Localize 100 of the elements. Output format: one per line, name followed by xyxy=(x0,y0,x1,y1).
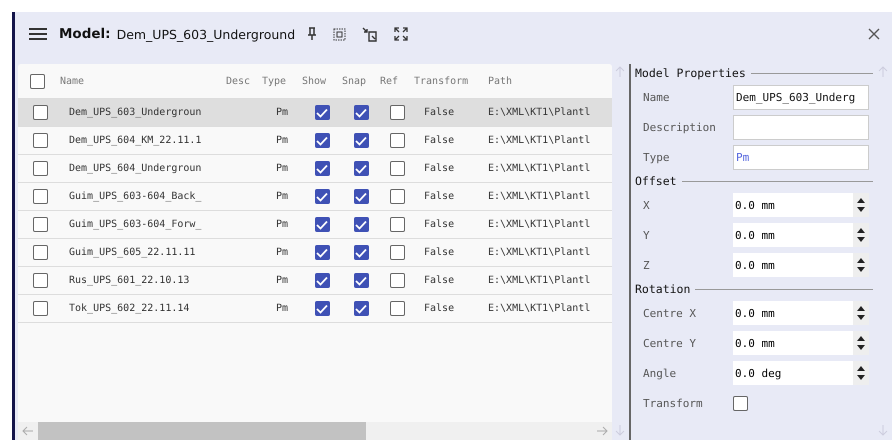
pin-icon[interactable] xyxy=(307,27,318,41)
column-header[interactable]: Path xyxy=(488,76,612,86)
row-checkbox[interactable] xyxy=(32,133,48,148)
transform-checkbox[interactable] xyxy=(733,396,748,410)
table-row[interactable]: Tok_UPS_602_22.11.14 Pm False E:\XML\KT1\Plantl xyxy=(18,294,612,322)
column-header[interactable]: Desc xyxy=(226,76,262,86)
table-row[interactable]: Rus_UPS_601_22.10.13 Pm False E:\XML\KT1\Plantl xyxy=(18,266,612,294)
column-header[interactable]: Name xyxy=(56,76,226,86)
text-field[interactable]: Pm xyxy=(733,144,869,170)
show-checkbox[interactable] xyxy=(314,105,330,120)
ref-checkbox[interactable] xyxy=(390,273,404,288)
transform-icon[interactable] xyxy=(362,26,378,42)
row-checkbox[interactable] xyxy=(32,161,48,176)
spinner-icon[interactable] xyxy=(853,253,869,277)
name-cell-text: Rus_UPS_601_22.10.13 xyxy=(68,275,190,286)
transform-cell-text: False xyxy=(423,135,456,146)
snap-checkbox[interactable] xyxy=(354,189,368,204)
field-label: Transform xyxy=(643,396,704,410)
close-icon[interactable] xyxy=(868,28,880,40)
ref-checkbox[interactable] xyxy=(390,105,404,120)
table-row[interactable]: Guim_UPS_603-604_Forw_ Pm False E:\XML\KT1\Plantl xyxy=(18,210,612,238)
path-cell-text: E:\XML\KT1\Plantl xyxy=(488,247,592,258)
show-checkbox[interactable] xyxy=(314,161,330,176)
table-row[interactable]: Guim_UPS_603-604_Back_ Pm False E:\XML\KT1\Plantl xyxy=(18,182,612,210)
transform-cell-text: False xyxy=(423,219,456,230)
transform-cell-text: False xyxy=(423,163,456,174)
type-cell-text: Pm xyxy=(274,219,290,230)
spin-field[interactable]: 0.0 mm xyxy=(733,301,853,325)
name-cell-text: Dem_UPS_604_Undergroun xyxy=(68,163,202,174)
type-cell-text: Pm xyxy=(274,275,290,286)
path-cell-text: E:\XML\KT1\Plantl xyxy=(488,163,592,174)
spin-field[interactable]: 0.0 deg xyxy=(733,361,853,385)
field-label: Y xyxy=(643,228,651,242)
show-checkbox[interactable] xyxy=(314,217,330,232)
show-checkbox[interactable] xyxy=(314,273,330,288)
table-row[interactable]: Guim_UPS_605_22.11.11 Pm False E:\XML\KT1\Plantl xyxy=(18,238,612,266)
snap-checkbox[interactable] xyxy=(354,245,368,260)
row-checkbox[interactable] xyxy=(32,273,48,288)
spinner-icon[interactable] xyxy=(853,223,869,247)
transform-cell-text: False xyxy=(423,303,456,314)
ref-checkbox[interactable] xyxy=(390,189,404,204)
ref-checkbox[interactable] xyxy=(390,161,404,176)
row-checkbox[interactable] xyxy=(32,189,48,204)
menu-icon[interactable] xyxy=(29,27,47,41)
type-cell-text: Pm xyxy=(274,107,290,118)
field-label: Z xyxy=(643,258,651,272)
name-cell-text: Guim_UPS_605_22.11.11 xyxy=(68,247,196,258)
spinner-icon[interactable] xyxy=(853,361,869,385)
select-all-checkbox[interactable] xyxy=(30,74,44,88)
ref-checkbox[interactable] xyxy=(390,217,404,232)
type-cell-text: Pm xyxy=(274,303,290,314)
show-checkbox[interactable] xyxy=(314,189,330,204)
path-cell-text: E:\XML\KT1\Plantl xyxy=(488,135,592,146)
spinner-icon[interactable] xyxy=(853,301,869,325)
field-label: Name xyxy=(643,90,670,104)
path-cell-text: E:\XML\KT1\Plantl xyxy=(488,275,592,286)
type-cell-text: Pm xyxy=(274,191,290,202)
snap-checkbox[interactable] xyxy=(354,273,368,288)
spin-field[interactable]: 0.0 mm xyxy=(733,193,853,217)
snap-checkbox[interactable] xyxy=(354,217,368,232)
expand-icon[interactable] xyxy=(394,27,408,41)
select-icon[interactable] xyxy=(333,28,346,40)
show-checkbox[interactable] xyxy=(314,245,330,260)
text-field[interactable] xyxy=(733,114,869,140)
table-row[interactable]: Dem_UPS_604_Undergroun Pm False E:\XML\KT1\Plantl xyxy=(18,154,612,182)
row-checkbox[interactable] xyxy=(32,245,48,260)
ref-checkbox[interactable] xyxy=(390,245,404,260)
transform-cell-text: False xyxy=(423,247,456,258)
show-checkbox[interactable] xyxy=(314,301,330,316)
row-checkbox[interactable] xyxy=(32,217,48,232)
column-header[interactable]: Show xyxy=(302,76,342,86)
spin-field[interactable]: 0.0 mm xyxy=(733,253,853,277)
spin-field[interactable]: 0.0 mm xyxy=(733,331,853,355)
spinner-icon[interactable] xyxy=(853,331,869,355)
show-checkbox[interactable] xyxy=(314,133,330,148)
name-cell-text: Tok_UPS_602_22.11.14 xyxy=(68,303,190,314)
column-header[interactable]: Snap xyxy=(342,76,380,86)
row-checkbox[interactable] xyxy=(32,105,48,120)
name-cell-text: Guim_UPS_603-604_Back_ xyxy=(68,191,202,202)
snap-checkbox[interactable] xyxy=(354,301,368,316)
column-header[interactable]: Ref xyxy=(380,76,414,86)
table-row[interactable]: Dem_UPS_604_KM_22.11.1 Pm False E:\XML\KT1\Plantl xyxy=(18,126,612,154)
type-cell-text: Pm xyxy=(274,247,290,258)
column-header[interactable]: Type xyxy=(262,76,302,86)
spinner-icon[interactable] xyxy=(853,193,869,217)
path-cell-text: E:\XML\KT1\Plantl xyxy=(488,191,592,202)
model-name: Dem_UPS_603_Underground xyxy=(116,26,296,42)
ref-checkbox[interactable] xyxy=(390,133,404,148)
scrollbar-thumb[interactable] xyxy=(38,422,366,440)
ref-checkbox[interactable] xyxy=(390,301,404,316)
text-field[interactable]: Dem_UPS_603_Underg xyxy=(733,84,869,110)
column-header[interactable]: Transform xyxy=(414,76,488,86)
snap-checkbox[interactable] xyxy=(354,105,368,120)
table-row[interactable]: Dem_UPS_603_Undergroun Pm False E:\XML\KT1\Plantl xyxy=(18,98,612,126)
field-label: Angle xyxy=(643,366,678,380)
snap-checkbox[interactable] xyxy=(354,133,368,148)
path-cell-text: E:\XML\KT1\Plantl xyxy=(488,107,592,118)
row-checkbox[interactable] xyxy=(32,301,48,316)
spin-field[interactable]: 0.0 mm xyxy=(733,223,853,247)
snap-checkbox[interactable] xyxy=(354,161,368,176)
